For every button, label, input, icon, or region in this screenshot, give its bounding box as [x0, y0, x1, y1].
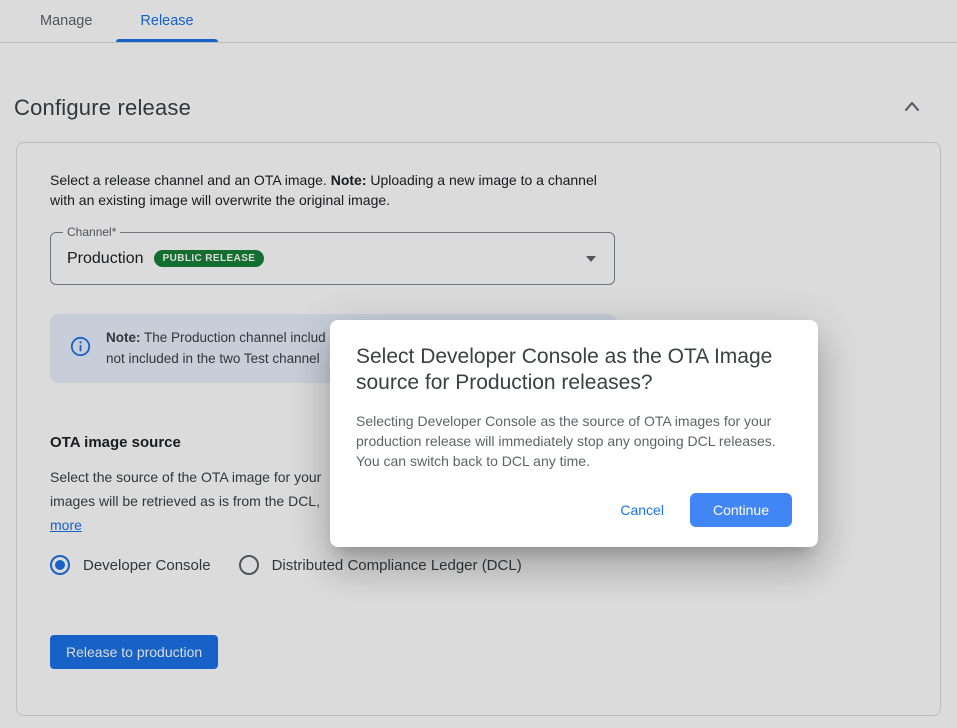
dialog-actions: Cancel Continue: [356, 493, 792, 527]
confirm-dialog: Select Developer Console as the OTA Imag…: [330, 320, 818, 547]
dialog-title: Select Developer Console as the OTA Imag…: [356, 344, 792, 396]
continue-button[interactable]: Continue: [690, 493, 792, 527]
cancel-button[interactable]: Cancel: [604, 493, 680, 527]
dialog-body: Selecting Developer Console as the sourc…: [356, 411, 792, 471]
